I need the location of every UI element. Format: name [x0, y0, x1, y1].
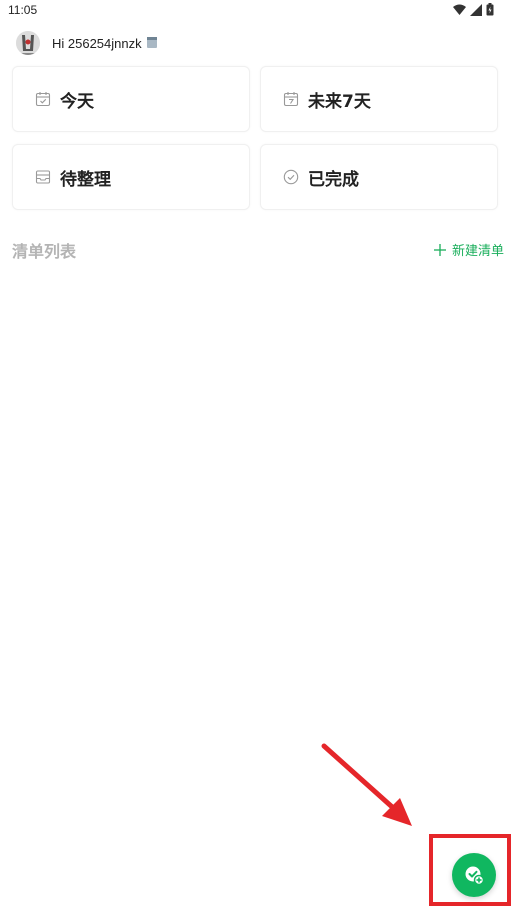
plus-icon [433, 243, 446, 256]
annotation-arrow-icon [321, 743, 412, 826]
inbox-icon [35, 169, 51, 185]
card-today-label: 今天 [60, 91, 94, 112]
new-list-label: 新建清单 [451, 244, 504, 259]
calendar-7-icon [283, 91, 299, 107]
notebook-emoji-icon [146, 34, 158, 53]
card-next-7-days-label: 未来7天 [308, 91, 371, 112]
status-bar: 11:05 [0, 0, 516, 22]
card-completed[interactable]: 已完成 [260, 144, 498, 210]
new-list-button[interactable]: 新建清单 [433, 240, 504, 259]
avatar[interactable] [16, 31, 40, 55]
card-inbox[interactable]: 待整理 [12, 144, 250, 210]
battery-icon [486, 3, 494, 16]
card-next-7-days[interactable]: 未来7天 [260, 66, 498, 132]
card-completed-label: 已完成 [308, 169, 359, 190]
list-section-title: 清单列表 [12, 242, 77, 261]
signal-icon [470, 3, 482, 16]
status-time: 11:05 [8, 3, 38, 17]
greeting-text: Hi 256254jnnzk [52, 35, 142, 51]
add-task-icon [465, 866, 485, 886]
wifi-icon [453, 4, 466, 15]
check-circle-icon [283, 169, 299, 185]
card-today[interactable]: 今天 [12, 66, 250, 132]
add-task-button[interactable] [452, 853, 496, 897]
card-inbox-label: 待整理 [60, 169, 111, 190]
calendar-today-icon [35, 91, 51, 107]
user-greeting[interactable]: Hi 256254jnnzk [16, 30, 158, 56]
status-icons [453, 3, 494, 16]
avatar-image [16, 31, 40, 55]
